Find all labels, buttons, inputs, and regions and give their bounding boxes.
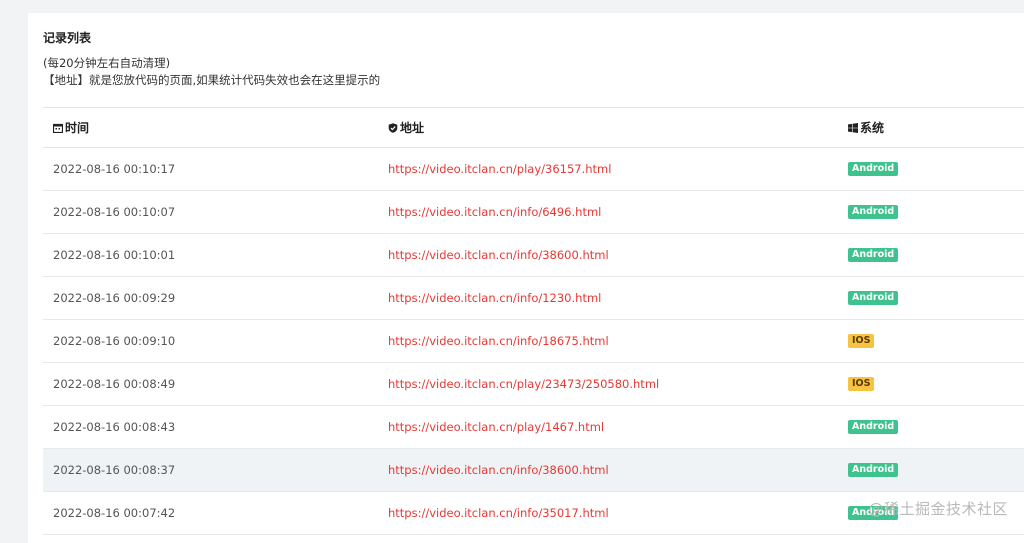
row-url-link[interactable]: https://video.itclan.cn/play/36157.html [388, 162, 611, 176]
system-badge: Android [848, 463, 898, 477]
row-time: 2022-08-16 00:10:17 [43, 162, 388, 176]
row-url-link[interactable]: https://video.itclan.cn/info/6496.html [388, 205, 601, 219]
row-time: 2022-08-16 00:09:29 [43, 291, 388, 305]
row-time: 2022-08-16 00:08:43 [43, 420, 388, 434]
row-time: 2022-08-16 00:08:49 [43, 377, 388, 391]
row-url-link[interactable]: https://video.itclan.cn/info/35017.html [388, 506, 609, 520]
table-row: 2022-08-16 00:08:43 https://video.itclan… [43, 406, 1024, 449]
table-row: 2022-08-16 00:09:10 https://video.itclan… [43, 320, 1024, 363]
system-badge: Android [848, 205, 898, 219]
row-time: 2022-08-16 00:09:10 [43, 334, 388, 348]
row-time: 2022-08-16 00:08:37 [43, 463, 388, 477]
table-row: 2022-08-16 00:09:29 https://video.itclan… [43, 277, 1024, 320]
calendar-icon [53, 123, 63, 133]
table-row: 2022-08-16 00:10:07 https://video.itclan… [43, 191, 1024, 234]
header-time-label: 时间 [65, 119, 89, 136]
row-url-link[interactable]: https://video.itclan.cn/play/23473/25058… [388, 377, 659, 391]
system-badge: Android [848, 248, 898, 262]
panel-title: 记录列表 [43, 29, 91, 46]
table-row: 2022-08-16 00:08:49 https://video.itclan… [43, 363, 1024, 406]
header-address-label: 地址 [400, 119, 424, 136]
records-table: 时间 地址 系统 2022-08-16 00:10:17 https://vid… [43, 107, 1024, 535]
system-badge: IOS [848, 377, 874, 391]
system-badge: Android [848, 420, 898, 434]
system-badge: Android [848, 162, 898, 176]
header-address: 地址 [388, 119, 848, 136]
shield-check-icon [388, 123, 398, 133]
table-row: 2022-08-16 00:08:37 https://video.itclan… [43, 449, 1024, 492]
row-url-link[interactable]: https://video.itclan.cn/info/18675.html [388, 334, 609, 348]
windows-icon [848, 123, 858, 133]
row-time: 2022-08-16 00:10:01 [43, 248, 388, 262]
row-url-link[interactable]: https://video.itclan.cn/info/1230.html [388, 291, 601, 305]
address-note: 【地址】就是您放代码的页面,如果统计代码失效也会在这里提示的 [43, 72, 380, 88]
cleanup-note: (每20分钟左右自动清理) [43, 55, 170, 71]
row-time: 2022-08-16 00:10:07 [43, 205, 388, 219]
row-url-link[interactable]: https://video.itclan.cn/info/38600.html [388, 463, 609, 477]
row-url-link[interactable]: https://video.itclan.cn/play/1467.html [388, 420, 604, 434]
records-panel: 记录列表 (每20分钟左右自动清理) 【地址】就是您放代码的页面,如果统计代码失… [28, 13, 1024, 543]
header-system-label: 系统 [860, 119, 884, 136]
table-row: 2022-08-16 00:10:01 https://video.itclan… [43, 234, 1024, 277]
row-time: 2022-08-16 00:07:42 [43, 506, 388, 520]
watermark: @稀土掘金技术社区 [868, 498, 1008, 519]
system-badge: Android [848, 291, 898, 305]
table-header: 时间 地址 系统 [43, 108, 1024, 148]
header-time: 时间 [43, 119, 388, 136]
header-system: 系统 [848, 119, 1024, 136]
system-badge: IOS [848, 334, 874, 348]
row-url-link[interactable]: https://video.itclan.cn/info/38600.html [388, 248, 609, 262]
table-row: 2022-08-16 00:10:17 https://video.itclan… [43, 148, 1024, 191]
